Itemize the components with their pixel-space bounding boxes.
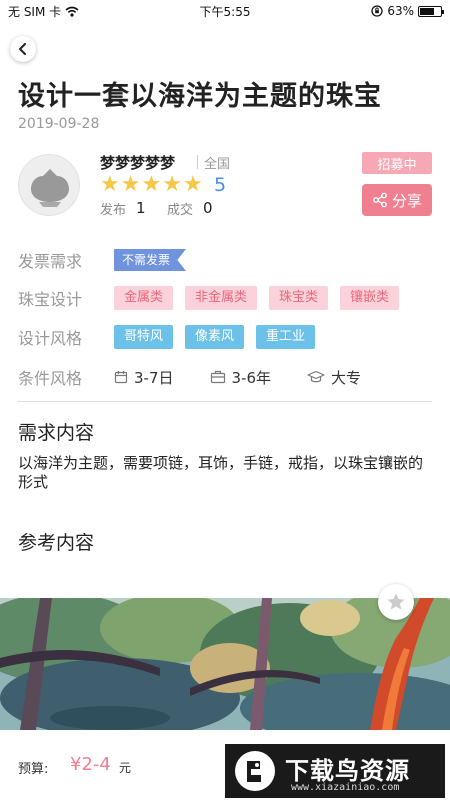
favorite-button[interactable] bbox=[378, 584, 414, 620]
star-icon: ★ bbox=[100, 172, 120, 197]
watermark-text: 下载鸟资源 bbox=[285, 757, 410, 785]
invoice-flag: 不需发票 bbox=[114, 249, 187, 271]
region-divider bbox=[197, 155, 198, 169]
budget-value: ¥2-4 bbox=[70, 754, 111, 775]
reference-title: 参考内容 bbox=[18, 532, 95, 554]
jewelry-design-label: 珠宝设计 bbox=[18, 290, 83, 309]
star-icon: ★ bbox=[141, 172, 162, 197]
graduation-cap-icon bbox=[307, 370, 325, 383]
deal-label: 成交 bbox=[167, 203, 194, 218]
section-divider bbox=[18, 401, 432, 402]
publish-label: 发布 bbox=[100, 203, 127, 218]
battery-icon bbox=[418, 5, 444, 17]
avatar[interactable] bbox=[18, 154, 80, 216]
share-button[interactable]: 分享 bbox=[362, 184, 432, 216]
rating-value: 5 bbox=[214, 174, 227, 196]
star-icon: ★ bbox=[182, 172, 203, 197]
battery-percent: 63% bbox=[387, 4, 414, 18]
share-label: 分享 bbox=[391, 191, 422, 210]
watermark-url: www.xiazainiao.com bbox=[291, 782, 400, 793]
design-style-row: 设计风格 哥特风 像素风 重工业 bbox=[18, 325, 327, 349]
invoice-row: 发票需求 不需发票 bbox=[18, 248, 187, 272]
watermark: 下载鸟资源 www.xiazainiao.com bbox=[225, 744, 445, 798]
condition-education: 大专 bbox=[307, 367, 361, 388]
star-icon: ★ bbox=[120, 172, 141, 197]
style-tag: 哥特风 bbox=[114, 325, 174, 349]
share-icon bbox=[373, 192, 387, 208]
calendar-icon bbox=[114, 371, 128, 384]
style-tag: 像素风 bbox=[185, 325, 245, 349]
conditions-row: 条件风格 3-7日 3-6年 大专 bbox=[18, 365, 397, 389]
condition-experience-text: 3-6年 bbox=[231, 368, 272, 387]
post-date: 2019-09-28 bbox=[18, 116, 100, 132]
design-style-label: 设计风格 bbox=[18, 329, 83, 348]
star-icon: ★ bbox=[162, 172, 182, 197]
deal-count: 0 bbox=[203, 199, 213, 217]
jewelry-tag: 金属类 bbox=[114, 286, 174, 310]
requirement-title: 需求内容 bbox=[18, 422, 95, 444]
username[interactable]: 梦梦梦梦梦 bbox=[100, 152, 175, 173]
star-outline-icon bbox=[387, 593, 405, 610]
conditions-label: 条件风格 bbox=[18, 369, 83, 388]
user-region: 全国 bbox=[204, 157, 231, 172]
user-card: 梦梦梦梦梦 全国 ★ ★ ★ ★ ★ 5 发布 1 成交 0 招募中 分享 bbox=[18, 152, 432, 224]
status-right: 63% bbox=[371, 4, 444, 18]
status-bar: 无 SIM 卡 下午5:55 63% bbox=[0, 0, 450, 22]
jewelry-tag: 非金属类 bbox=[185, 286, 258, 310]
painting-art bbox=[0, 598, 450, 730]
condition-duration: 3-7日 bbox=[114, 367, 174, 388]
style-tag: 重工业 bbox=[256, 325, 316, 349]
orientation-lock-icon bbox=[371, 5, 383, 17]
publish-count: 1 bbox=[136, 199, 146, 217]
back-button[interactable] bbox=[10, 36, 36, 62]
reference-image[interactable] bbox=[0, 598, 450, 730]
jewelry-tag: 镶嵌类 bbox=[340, 286, 400, 310]
requirement-text: 以海洋为主题，需要项链，耳饰，手链，戒指，以珠宝镶嵌的形式 bbox=[18, 454, 424, 491]
invoice-label: 发票需求 bbox=[18, 252, 83, 271]
chevron-left-icon bbox=[19, 43, 26, 55]
budget-label: 预算: bbox=[18, 762, 49, 777]
bird-logo-icon bbox=[235, 751, 275, 791]
condition-duration-text: 3-7日 bbox=[134, 368, 174, 387]
condition-experience: 3-6年 bbox=[210, 367, 272, 388]
page-title: 设计一套以海洋为主题的珠宝 bbox=[18, 81, 382, 112]
jewelry-design-row: 珠宝设计 金属类 非金属类 珠宝类 镶嵌类 bbox=[18, 286, 411, 310]
status-left: 无 SIM 卡 bbox=[8, 3, 79, 20]
rating-stars: ★ ★ ★ ★ ★ bbox=[100, 174, 203, 196]
status-badge: 招募中 bbox=[362, 152, 432, 174]
jewelry-tag: 珠宝类 bbox=[269, 286, 329, 310]
briefcase-icon bbox=[210, 370, 225, 384]
default-avatar-icon bbox=[31, 169, 69, 207]
wifi-icon bbox=[65, 6, 79, 17]
condition-education-text: 大专 bbox=[331, 368, 362, 387]
budget-unit: 元 bbox=[119, 761, 132, 775]
carrier-label: 无 SIM 卡 bbox=[8, 4, 62, 19]
